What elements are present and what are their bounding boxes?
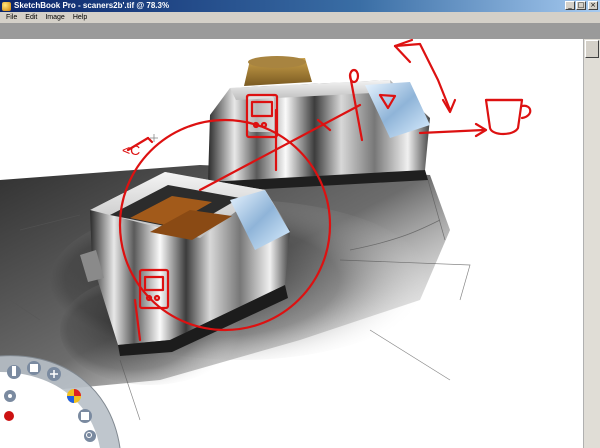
pan-icon[interactable] (47, 367, 61, 381)
eraser-icon[interactable] (27, 361, 41, 375)
toaster-sketch: <C (0, 38, 532, 448)
zoom-icon[interactable] (84, 430, 96, 442)
tool-icon[interactable] (4, 390, 16, 402)
brush-icon[interactable] (7, 365, 21, 379)
annotation-text: <C (122, 142, 140, 158)
layers-icon[interactable] (78, 409, 92, 423)
app-window: SketchBook Pro - scaners2b'.tif @ 78.3% … (0, 0, 600, 448)
color-wheel-icon[interactable] (67, 389, 81, 403)
record-icon[interactable] (4, 411, 14, 421)
back-toaster (208, 56, 430, 192)
